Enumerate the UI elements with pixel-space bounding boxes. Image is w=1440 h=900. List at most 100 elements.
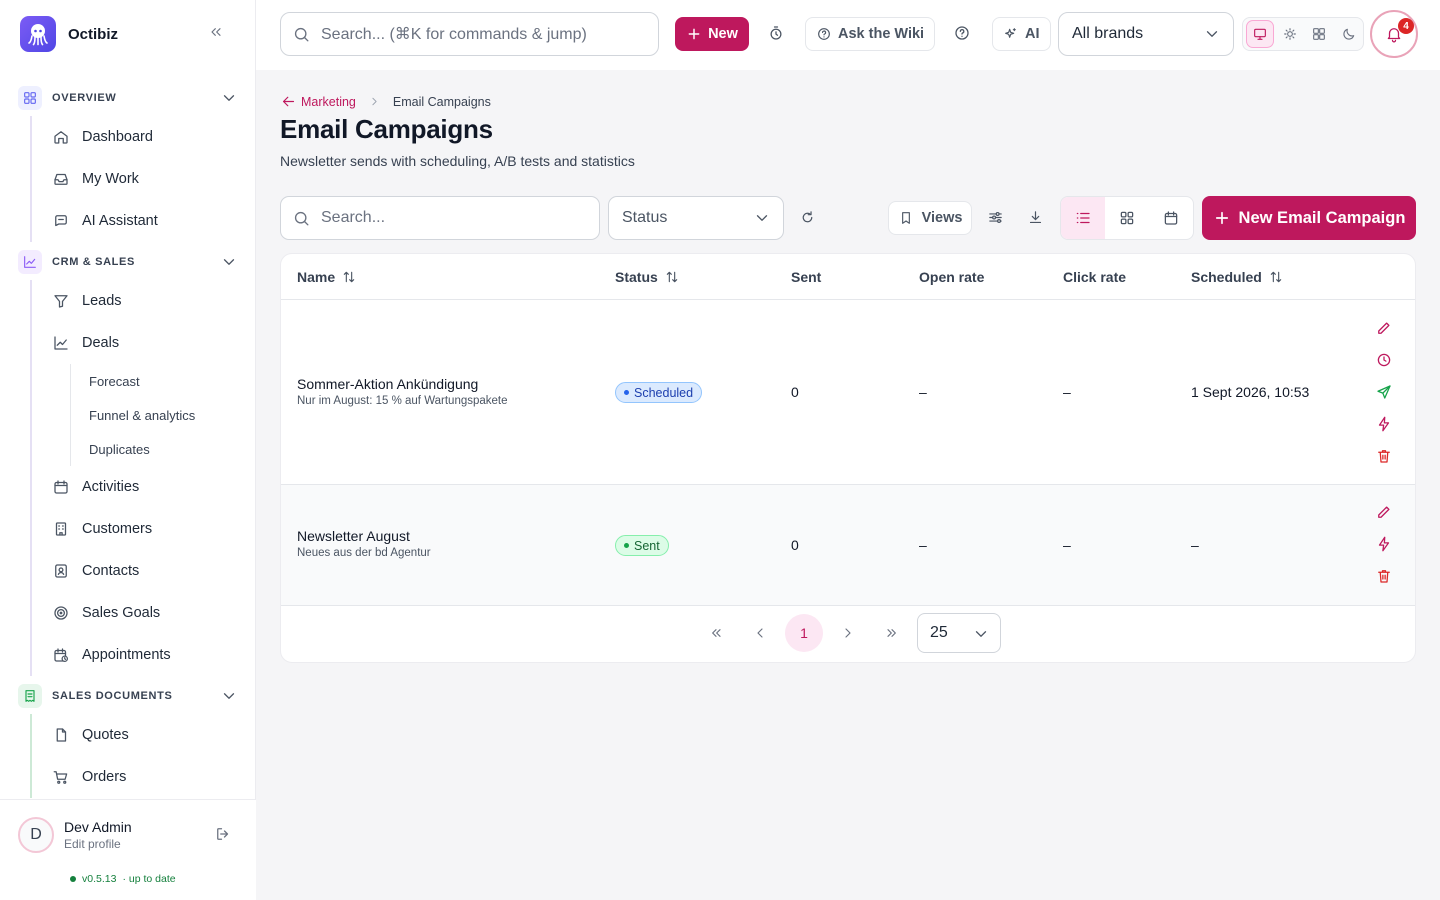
sort-icon[interactable]: [1268, 269, 1284, 285]
table-row[interactable]: Newsletter August Neues aus der bd Agent…: [281, 485, 1415, 606]
sidebar-subitem-duplicates[interactable]: Duplicates: [71, 432, 256, 466]
sort-icon[interactable]: [341, 269, 357, 285]
sidebar-item-contacts[interactable]: Contacts: [32, 550, 256, 592]
edit-pencil-icon[interactable]: [1375, 319, 1393, 337]
monitor-icon[interactable]: [1246, 20, 1274, 48]
campaign-description: Nur im August: 15 % auf Wartungspakete: [297, 395, 508, 407]
refresh-icon[interactable]: [799, 209, 816, 226]
previous-page-icon[interactable]: [741, 614, 779, 652]
status-filter-select[interactable]: Status: [608, 196, 784, 240]
column-label: Sent: [791, 269, 822, 285]
section-header-overview[interactable]: OVERVIEW: [0, 80, 256, 116]
download-icon[interactable]: [1027, 209, 1044, 226]
new-email-campaign-button[interactable]: New Email Campaign: [1202, 196, 1416, 240]
avatar[interactable]: D: [18, 817, 54, 853]
campaign-name[interactable]: Newsletter August: [297, 528, 431, 544]
table-row[interactable]: Sommer-Aktion Ankündigung Nur im August:…: [281, 300, 1415, 485]
clock-icon[interactable]: [1375, 351, 1393, 369]
calendar-icon: [54, 480, 68, 494]
breadcrumb-back-link[interactable]: Marketing: [280, 93, 356, 110]
new-button[interactable]: New: [675, 17, 749, 51]
layout-grid-icon[interactable]: [1306, 20, 1334, 48]
campaign-name[interactable]: Sommer-Aktion Ankündigung: [297, 376, 508, 392]
page-number-button[interactable]: 1: [785, 614, 823, 652]
global-search-input[interactable]: Search... (⌘K for commands & jump): [280, 12, 659, 56]
sidebar-item-label: Dashboard: [82, 129, 153, 145]
column-header-status[interactable]: Status: [615, 269, 680, 285]
edit-profile-link[interactable]: Edit profile: [64, 837, 121, 851]
sidebar-subitem-forecast[interactable]: Forecast: [71, 364, 256, 398]
notifications-button[interactable]: 4: [1370, 10, 1418, 58]
campaign-name-cell[interactable]: Newsletter August Neues aus der bd Agent…: [297, 528, 431, 559]
brand[interactable]: Octibiz: [20, 16, 118, 52]
campaign-search-input[interactable]: Search...: [280, 196, 600, 240]
section-header-sales-documents[interactable]: SALES DOCUMENTS: [0, 678, 256, 714]
sort-icon[interactable]: [664, 269, 680, 285]
sales-documents-items: Quotes Orders: [30, 714, 256, 798]
version-status: v0.5.13 · up to date: [70, 873, 176, 885]
moon-icon[interactable]: [1335, 20, 1363, 48]
sidebar-item-deals[interactable]: Deals: [32, 322, 256, 364]
chevron-down-icon[interactable]: [220, 89, 238, 107]
status-dot-icon: [624, 543, 629, 548]
sidebar-item-ai-assistant[interactable]: AI Assistant: [32, 200, 256, 242]
logout-icon[interactable]: [214, 825, 232, 843]
section-header-crm-sales[interactable]: CRM & SALES: [0, 244, 256, 280]
views-button[interactable]: Views: [888, 201, 972, 235]
chevron-down-icon[interactable]: [220, 687, 238, 705]
sidebar-item-customers[interactable]: Customers: [32, 508, 256, 550]
breadcrumb-current: Email Campaigns: [392, 94, 491, 109]
overview-items: Dashboard My Work AI Assistant: [30, 116, 256, 242]
collapse-sidebar-icon[interactable]: [208, 24, 224, 40]
section-label: SALES DOCUMENTS: [52, 690, 173, 702]
sidebar-item-dashboard[interactable]: Dashboard: [32, 116, 256, 158]
next-page-icon[interactable]: [829, 614, 867, 652]
sun-icon[interactable]: [1276, 20, 1304, 48]
page-size-value: 25: [930, 624, 948, 641]
page-size-select[interactable]: 25: [917, 613, 1001, 653]
sidebar: Octibiz OVERVIEW Dashboard My Work AI As…: [0, 0, 256, 900]
chevron-down-icon[interactable]: [220, 253, 238, 271]
sidebar-item-orders[interactable]: Orders: [32, 756, 256, 798]
sidebar-subitem-funnel-analytics[interactable]: Funnel & analytics: [71, 398, 256, 432]
edit-pencil-icon[interactable]: [1375, 503, 1393, 521]
brand-select[interactable]: All brands: [1058, 12, 1234, 56]
sidebar-item-appointments[interactable]: Appointments: [32, 634, 256, 676]
trash-icon[interactable]: [1375, 567, 1393, 585]
list-view-icon[interactable]: [1061, 197, 1105, 239]
deals-subitems: Forecast Funnel & analytics Duplicates: [70, 364, 256, 466]
campaign-search-placeholder: Search...: [321, 209, 386, 226]
sidebar-item-sales-goals[interactable]: Sales Goals: [32, 592, 256, 634]
sidebar-item-label: Sales Goals: [82, 605, 161, 621]
campaign-description: Neues aus der bd Agentur: [297, 547, 431, 559]
timer-icon[interactable]: [767, 24, 785, 42]
send-icon[interactable]: [1375, 383, 1393, 401]
column-header-open-rate: Open rate: [919, 269, 984, 285]
column-header-scheduled[interactable]: Scheduled: [1191, 269, 1284, 285]
sidebar-item-quotes[interactable]: Quotes: [32, 714, 256, 756]
status-badge: Sent: [615, 535, 669, 556]
lightning-icon[interactable]: [1375, 415, 1393, 433]
version-status-text: · up to date: [122, 873, 176, 885]
column-header-name[interactable]: Name: [297, 269, 357, 285]
sidebar-item-my-work[interactable]: My Work: [32, 158, 256, 200]
last-page-icon[interactable]: [873, 614, 911, 652]
open-rate-cell: –: [919, 384, 927, 400]
sidebar-item-leads[interactable]: Leads: [32, 280, 256, 322]
funnel-icon: [54, 295, 68, 308]
trash-icon[interactable]: [1375, 447, 1393, 465]
ai-button[interactable]: AI: [992, 17, 1051, 51]
ask-wiki-button[interactable]: Ask the Wiki: [805, 17, 936, 51]
sidebar-item-activities[interactable]: Activities: [32, 466, 256, 508]
first-page-icon[interactable]: [697, 614, 735, 652]
theme-switcher: [1242, 17, 1364, 51]
campaign-name-cell[interactable]: Sommer-Aktion Ankündigung Nur im August:…: [297, 376, 508, 407]
grid-view-icon[interactable]: [1105, 197, 1149, 239]
calendar-view-icon[interactable]: [1149, 197, 1193, 239]
sliders-icon[interactable]: [987, 209, 1004, 226]
help-icon[interactable]: [953, 24, 971, 42]
user-name[interactable]: Dev Admin: [64, 819, 132, 835]
plus-icon: [1215, 211, 1228, 225]
lightning-icon[interactable]: [1375, 535, 1393, 553]
row-actions: [1375, 503, 1393, 585]
